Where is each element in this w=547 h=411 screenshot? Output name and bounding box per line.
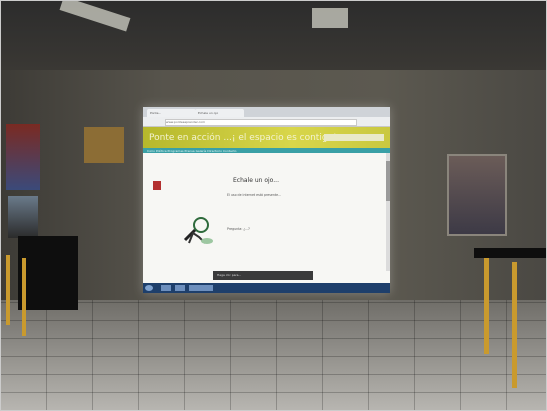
browser-tab-bar: Ponte... Echale un ojo	[143, 107, 390, 117]
table-leg-left-2	[22, 258, 26, 336]
wall-poster-yellow	[84, 127, 124, 163]
table-leg-right-2	[512, 262, 517, 388]
article-content: Echale un ojo... El uso de internet está…	[143, 153, 390, 283]
projected-screen: Ponte... Echale un ojo www.pontesaprende…	[143, 107, 390, 293]
site-banner: Ponte en acción ...¡ el espacio es conti…	[143, 127, 390, 148]
taskbar-app-icon[interactable]	[175, 285, 185, 291]
article-question: Pregunta: ¿...?	[227, 227, 250, 231]
browser-tab-active[interactable]: Echale un ojo	[195, 109, 244, 117]
table-leg-left	[6, 255, 10, 325]
article-heading: Echale un ojo...	[233, 177, 279, 184]
windows-taskbar	[143, 283, 390, 293]
article-paragraph: El uso de internet está presente...	[227, 193, 282, 197]
scrollbar-thumb[interactable]	[386, 161, 390, 201]
cabinet-left	[18, 236, 78, 310]
site-title: Ponte en acción ...¡ el espacio es conti…	[149, 133, 337, 143]
tiled-floor	[0, 300, 547, 411]
table-leg-right-1	[484, 258, 489, 354]
taskbar-app-icon[interactable]	[161, 285, 171, 291]
start-button-icon[interactable]	[145, 285, 153, 291]
presentation-tooltip: Haga clic para...	[213, 271, 313, 280]
wall-poster-left-lower	[8, 196, 38, 238]
taskbar-app-icon[interactable]	[189, 285, 213, 291]
wall-poster-left	[6, 124, 40, 190]
site-search-input[interactable]	[324, 134, 384, 141]
magnifier-figure-icon	[183, 217, 213, 244]
browser-address-bar: www.pontesaprender.com	[143, 117, 390, 127]
table-top-right	[474, 248, 547, 258]
browser-tab[interactable]: Ponte...	[147, 109, 196, 117]
bookmark-icon	[153, 181, 161, 190]
page-scrollbar[interactable]	[386, 153, 390, 271]
classroom-photo: Ponte... Echale un ojo www.pontesaprende…	[0, 0, 547, 411]
url-field[interactable]: www.pontesaprender.com	[165, 119, 357, 126]
ceiling-light-right	[312, 8, 348, 28]
wall-poster-right	[447, 154, 507, 236]
